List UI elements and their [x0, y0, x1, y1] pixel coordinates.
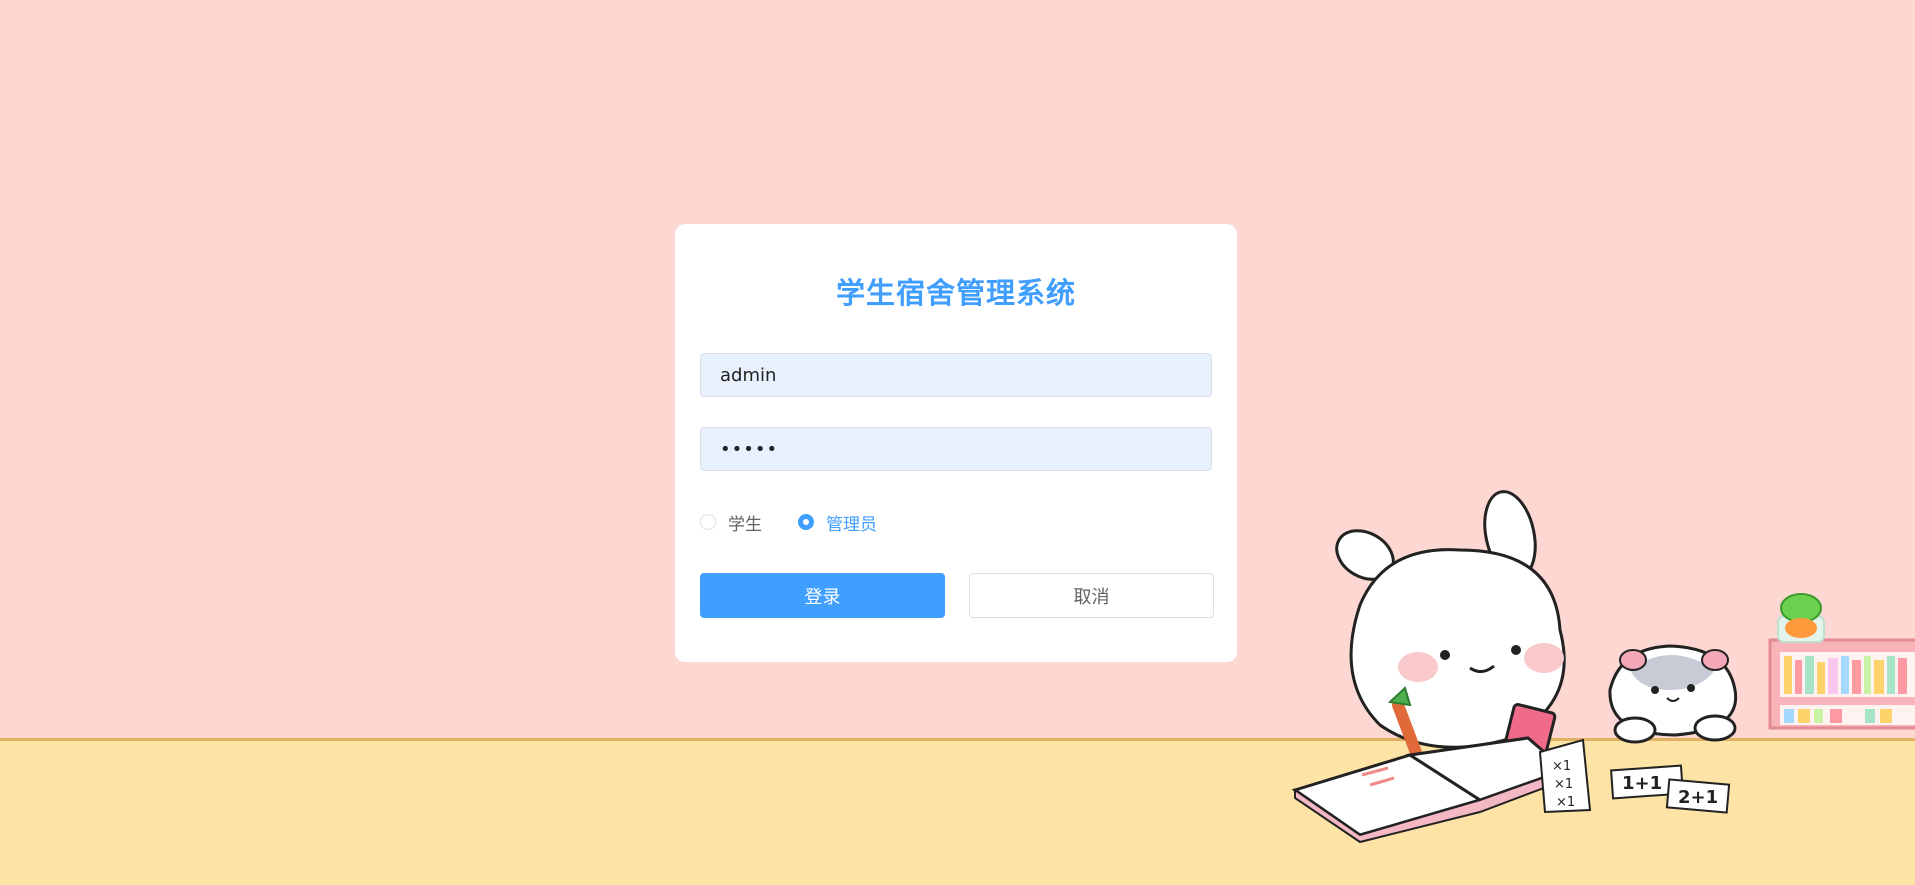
carrot-icon — [1777, 593, 1825, 643]
cancel-button[interactable]: 取消 — [969, 573, 1214, 618]
radio-checked-icon[interactable] — [798, 514, 814, 530]
login-page: ×1 ×1 ×1 1+1 2+1 学生宿舍管理系统 admin ••••• 学生… — [0, 0, 1915, 885]
worksheet-icon: ×1 ×1 ×1 — [1538, 738, 1592, 814]
open-book-icon — [1291, 736, 1568, 844]
svg-text:×1: ×1 — [1556, 795, 1575, 810]
login-button[interactable]: 登录 — [700, 573, 945, 618]
hamster-icon — [1608, 644, 1738, 744]
svg-text:×1: ×1 — [1552, 759, 1571, 774]
role-radio-admin[interactable]: 管理员 — [798, 510, 877, 535]
username-input[interactable] — [700, 353, 1212, 397]
role-label-admin: 管理员 — [826, 514, 877, 535]
role-radio-student[interactable]: 学生 — [700, 510, 762, 535]
login-card: 学生宿舍管理系统 学生 管理员 登录 取消 — [675, 224, 1237, 662]
radio-circle-icon[interactable] — [700, 514, 716, 530]
password-input[interactable] — [700, 427, 1212, 471]
role-radio-group: 学生 管理员 — [700, 510, 913, 535]
svg-text:×1: ×1 — [1554, 777, 1573, 792]
study-illustration: ×1 ×1 ×1 1+1 2+1 — [1291, 490, 1915, 844]
math-cards: 1+1 2+1 — [1610, 764, 1731, 814]
role-label-student: 学生 — [728, 514, 762, 535]
card-text-2: 2+1 — [1678, 787, 1718, 808]
page-title: 学生宿舍管理系统 — [835, 276, 1076, 310]
card-text-1: 1+1 — [1622, 773, 1662, 794]
bookshelf-icon — [1768, 638, 1915, 730]
